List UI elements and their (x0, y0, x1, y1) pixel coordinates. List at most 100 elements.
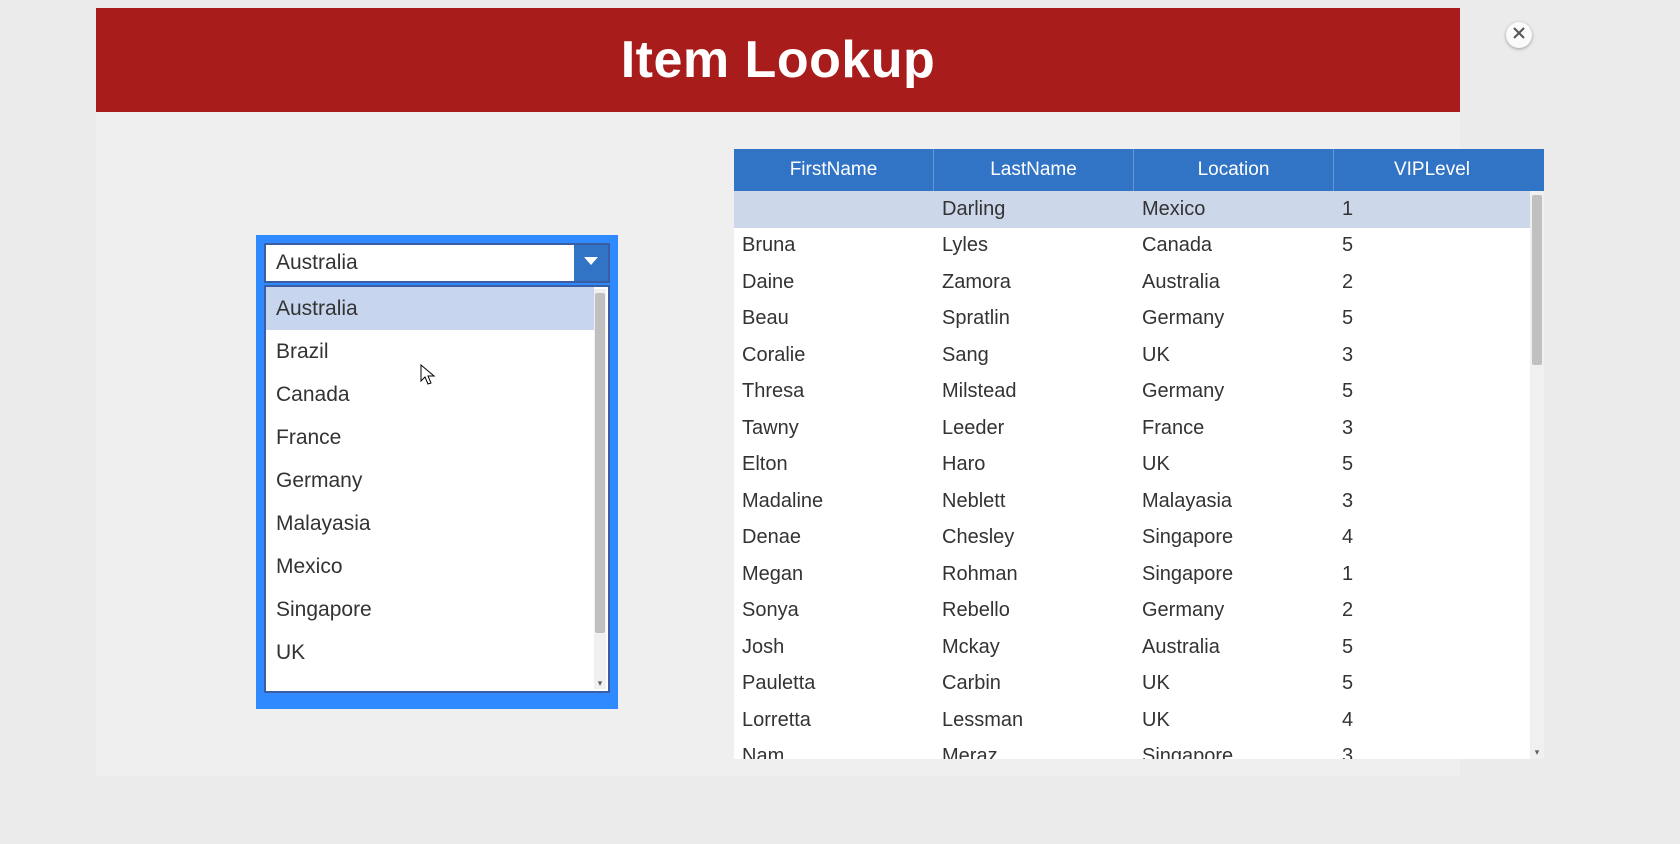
table-row[interactable]: EltonHaroUK5 (734, 447, 1530, 484)
table-row[interactable]: CoralieSangUK3 (734, 337, 1530, 374)
dropdown-option[interactable]: Brazil (266, 330, 594, 373)
table-row[interactable]: MeganRohmanSingapore1 (734, 556, 1530, 593)
table-cell: 5 (1334, 629, 1516, 666)
column-header[interactable]: LastName (934, 149, 1134, 191)
table-cell: Lorretta (734, 702, 934, 739)
table-cell (734, 191, 934, 228)
table-row[interactable]: MadalineNeblettMalayasia3 (734, 483, 1530, 520)
table-cell: 1 (1334, 556, 1516, 593)
close-button[interactable] (1506, 22, 1532, 48)
dropdown-option[interactable]: Malayasia (266, 502, 594, 545)
table-cell: 3 (1334, 739, 1516, 760)
table-cell: Darling (934, 191, 1134, 228)
dropdown-option[interactable]: Mexico (266, 545, 594, 588)
table-cell: Bruna (734, 228, 934, 265)
dropdown-option[interactable]: Singapore (266, 588, 594, 631)
table-cell: UK (1134, 666, 1334, 703)
dropdown-option[interactable]: Canada (266, 373, 594, 416)
scrollbar-thumb[interactable] (595, 293, 605, 633)
header-banner: Item Lookup (96, 8, 1460, 112)
table-cell: Sonya (734, 593, 934, 630)
table-cell: Singapore (1134, 556, 1334, 593)
table-cell: 2 (1334, 264, 1516, 301)
chevron-down-icon (583, 253, 599, 274)
table-cell: Chesley (934, 520, 1134, 557)
table-cell: Germany (1134, 593, 1334, 630)
table-cell: Singapore (1134, 520, 1334, 557)
dropdown-option[interactable]: Germany (266, 459, 594, 502)
table-row[interactable]: BrunaLylesCanada5 (734, 228, 1530, 265)
scroll-down-icon[interactable]: ▾ (1530, 745, 1544, 759)
table-cell: Germany (1134, 301, 1334, 338)
table-cell: Daine (734, 264, 934, 301)
table-cell: Singapore (1134, 739, 1334, 760)
page-title: Item Lookup (621, 30, 936, 90)
table-cell: 3 (1334, 337, 1516, 374)
table-cell: 4 (1334, 520, 1516, 557)
table-row[interactable]: ThresaMilsteadGermany5 (734, 374, 1530, 411)
table-cell: Malayasia (1134, 483, 1334, 520)
table-row[interactable]: SonyaRebelloGermany2 (734, 593, 1530, 630)
column-header[interactable]: VIPLevel (1334, 149, 1530, 191)
scrollbar-thumb[interactable] (1532, 195, 1542, 365)
dropdown-scrollbar[interactable]: ▾ (594, 289, 606, 689)
table-cell: UK (1134, 337, 1334, 374)
table-cell: Denae (734, 520, 934, 557)
table-cell: Elton (734, 447, 934, 484)
table-cell: Lyles (934, 228, 1134, 265)
table-row[interactable]: NamMerazSingapore3 (734, 739, 1530, 760)
table-cell: Haro (934, 447, 1134, 484)
table-cell: Lessman (934, 702, 1134, 739)
results-table: FirstNameLastNameLocationVIPLevel Darlin… (734, 149, 1544, 759)
table-cell: Mckay (934, 629, 1134, 666)
table-cell: Coralie (734, 337, 934, 374)
table-cell: Beau (734, 301, 934, 338)
dropdown-list: AustraliaBrazilCanadaFranceGermanyMalaya… (264, 285, 610, 693)
table-cell: Canada (1134, 228, 1334, 265)
column-header[interactable]: Location (1134, 149, 1334, 191)
table-row[interactable]: BeauSpratlinGermany5 (734, 301, 1530, 338)
table-cell: Australia (1134, 264, 1334, 301)
table-cell: Rohman (934, 556, 1134, 593)
table-cell: Sang (934, 337, 1134, 374)
table-cell: Meraz (934, 739, 1134, 760)
table-cell: Mexico (1134, 191, 1334, 228)
table-cell: 1 (1334, 191, 1516, 228)
table-cell: Carbin (934, 666, 1134, 703)
table-row[interactable]: DaineZamoraAustralia2 (734, 264, 1530, 301)
column-header[interactable]: FirstName (734, 149, 934, 191)
table-cell: Rebello (934, 593, 1134, 630)
table-cell: 4 (1334, 702, 1516, 739)
table-row[interactable]: TawnyLeederFrance3 (734, 410, 1530, 447)
table-cell: France (1134, 410, 1334, 447)
table-body: DarlingMexico1BrunaLylesCanada5DaineZamo… (734, 191, 1530, 759)
table-cell: 2 (1334, 593, 1516, 630)
lookup-panel: Item Lookup AustraliaBrazilCanadaFranceG… (96, 8, 1460, 776)
table-cell: Pauletta (734, 666, 934, 703)
table-row[interactable]: LorrettaLessmanUK4 (734, 702, 1530, 739)
table-cell: Madaline (734, 483, 934, 520)
table-cell: 5 (1334, 301, 1516, 338)
table-cell: 5 (1334, 447, 1516, 484)
table-row[interactable]: DarlingMexico1 (734, 191, 1530, 228)
scroll-down-icon[interactable]: ▾ (594, 677, 606, 689)
dropdown-option[interactable]: Australia (266, 287, 594, 330)
table-cell: Germany (1134, 374, 1334, 411)
table-cell: UK (1134, 702, 1334, 739)
location-dropdown[interactable]: AustraliaBrazilCanadaFranceGermanyMalaya… (256, 235, 618, 709)
table-scrollbar[interactable]: ▾ (1530, 191, 1544, 759)
dropdown-input[interactable] (266, 245, 574, 281)
table-cell: 3 (1334, 410, 1516, 447)
table-cell: 5 (1334, 228, 1516, 265)
dropdown-option[interactable]: France (266, 416, 594, 459)
table-row[interactable]: JoshMckayAustralia5 (734, 629, 1530, 666)
dropdown-option[interactable]: UK (266, 631, 594, 674)
table-cell: Zamora (934, 264, 1134, 301)
table-cell: Neblett (934, 483, 1134, 520)
table-cell: Australia (1134, 629, 1334, 666)
table-row[interactable]: DenaeChesleySingapore4 (734, 520, 1530, 557)
table-cell: Nam (734, 739, 934, 760)
dropdown-toggle-button[interactable] (574, 245, 608, 281)
table-row[interactable]: PaulettaCarbinUK5 (734, 666, 1530, 703)
close-icon (1513, 26, 1525, 44)
